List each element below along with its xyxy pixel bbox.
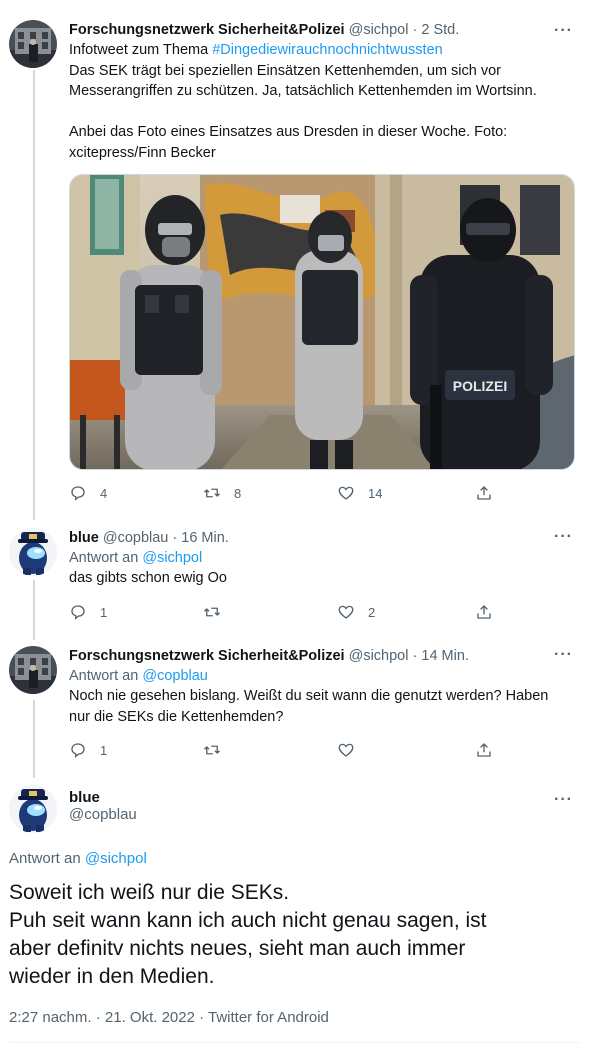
tweet-actions: 1 (69, 741, 499, 763)
separator-dot: · (412, 648, 418, 664)
like-count: 14 (368, 485, 383, 501)
tweet-text-line: Messerangriffen zu schützen. Ja, tatsäch… (69, 83, 537, 99)
retweet-icon (204, 488, 220, 498)
more-icon[interactable]: ··· (554, 647, 573, 663)
like-icon (338, 743, 354, 757)
tweet-text-line: Infotweet zum Thema (69, 42, 213, 58)
tweet[interactable]: blue @copblau · 16 Min. Antwort an @sich… (0, 510, 591, 640)
reply-context: Antwort an @sichpol (9, 849, 147, 869)
like-button[interactable]: 14 (337, 484, 382, 502)
display-name[interactable]: Forschungsnetzwerk Sicherheit&Polizei (69, 648, 345, 664)
separator-dot: · (412, 22, 418, 38)
share-icon (477, 743, 491, 757)
tweet-text: Infotweet zum Thema #Dingediewirauchnoch… (69, 40, 581, 163)
timestamp[interactable]: 16 Min. (181, 530, 229, 546)
main-tweet-text: Soweit ich weiß nur die SEKs. Puh seit w… (9, 879, 579, 991)
like-count: 2 (368, 604, 376, 620)
share-icon (477, 605, 491, 619)
tweet-header: Forschungsnetzwerk Sicherheit&Polizei @s… (69, 20, 581, 40)
tweet-text-line: Puh seit wann kann ich auch nicht genau … (9, 909, 487, 932)
divider (9, 1042, 579, 1043)
tweet-header: Forschungsnetzwerk Sicherheit&Polizei @s… (69, 646, 581, 666)
reply-count: 4 (100, 485, 108, 501)
more-icon[interactable]: ··· (554, 23, 573, 39)
display-name[interactable]: blue (69, 789, 581, 806)
tweet-text-line: xcitepress/Finn Becker (69, 144, 216, 161)
avatar[interactable] (9, 785, 57, 833)
display-name[interactable]: Forschungsnetzwerk Sicherheit&Polizei (69, 22, 345, 38)
timestamp[interactable]: 2 Std. (421, 22, 459, 38)
tweet-meta[interactable]: 2:27 nachm. · 21. Okt. 2022 · Twitter fo… (9, 1009, 329, 1026)
avatar[interactable] (9, 528, 57, 576)
user-handle[interactable]: @copblau (69, 806, 581, 823)
retweet-button[interactable] (203, 603, 234, 621)
share-button[interactable] (475, 603, 493, 621)
tweet-text-line: nur die SEKs die Kettenhemden? (69, 708, 284, 725)
reply-count: 1 (100, 604, 108, 620)
retweet-count: 8 (234, 485, 242, 501)
share-icon (477, 486, 491, 500)
tweet-text: das gibts schon ewig Oo (69, 570, 227, 586)
like-button[interactable]: 2 (337, 603, 375, 621)
reply-to-link[interactable]: @sichpol (142, 550, 202, 566)
retweet-icon (204, 607, 220, 617)
tweet-header: blue @copblau · 16 Min. (69, 528, 581, 548)
tweet[interactable]: Forschungsnetzwerk Sicherheit&Polizei @s… (0, 640, 591, 775)
reply-prefix: Antwort an (9, 850, 85, 867)
like-button[interactable] (337, 741, 368, 759)
tweet-actions: 4 8 14 (69, 484, 499, 506)
retweet-icon (204, 745, 220, 755)
user-handle[interactable]: @copblau (103, 530, 169, 546)
reply-button[interactable]: 1 (69, 741, 107, 759)
share-button[interactable] (475, 741, 493, 759)
tweet-photo[interactable]: POLIZEI (69, 174, 575, 470)
more-icon[interactable]: ··· (554, 529, 573, 545)
reply-to-link[interactable]: @sichpol (85, 850, 147, 867)
user-handle[interactable]: @sichpol (349, 22, 409, 38)
avatar[interactable] (9, 646, 57, 694)
display-name[interactable]: blue (69, 530, 99, 546)
more-icon[interactable]: ··· (554, 792, 573, 808)
retweet-button[interactable]: 8 (203, 484, 241, 502)
hashtag-link[interactable]: #Dingediewirauchnochnichtwussten (212, 42, 443, 58)
tweet-text-line: Noch nie gesehen bislang. Weißt du seit … (69, 688, 549, 704)
photo-polizei-text: POLIZEI (453, 378, 507, 394)
reply-count: 1 (100, 742, 108, 758)
tweet-text-line: aber definitv nichts neues, sieht man au… (9, 937, 466, 960)
reply-button[interactable]: 1 (69, 603, 107, 621)
avatar[interactable] (9, 20, 57, 68)
reply-prefix: Antwort an (69, 668, 143, 684)
tweet-text: Noch nie gesehen bislang. Weißt du seit … (69, 686, 581, 727)
share-button[interactable] (475, 484, 493, 502)
tweet[interactable]: Forschungsnetzwerk Sicherheit&Polizei @s… (0, 0, 591, 510)
like-icon (338, 486, 354, 500)
reply-context: Antwort an @sichpol (69, 548, 581, 568)
tweet-text-line: Soweit ich weiß nur die SEKs. (9, 881, 290, 904)
reply-icon (71, 743, 85, 758)
tweet-text-line: wieder in den Medien. (9, 965, 215, 988)
retweet-button[interactable] (203, 741, 234, 759)
reply-icon (71, 605, 85, 620)
reply-to-link[interactable]: @copblau (142, 668, 208, 684)
user-handle[interactable]: @sichpol (349, 648, 409, 664)
like-icon (338, 605, 354, 619)
tweet-actions: 1 2 (69, 603, 499, 625)
timestamp[interactable]: 14 Min. (421, 648, 469, 664)
reply-button[interactable]: 4 (69, 484, 107, 502)
tweet-text-line: Das SEK trägt bei speziellen Einsätzen K… (69, 62, 502, 79)
tweet-text-line: Anbei das Foto eines Einsatzes aus Dresd… (69, 124, 508, 140)
reply-prefix: Antwort an (69, 550, 143, 566)
reply-context: Antwort an @copblau (69, 666, 581, 686)
reply-icon (71, 486, 85, 501)
separator-dot: · (172, 530, 178, 546)
